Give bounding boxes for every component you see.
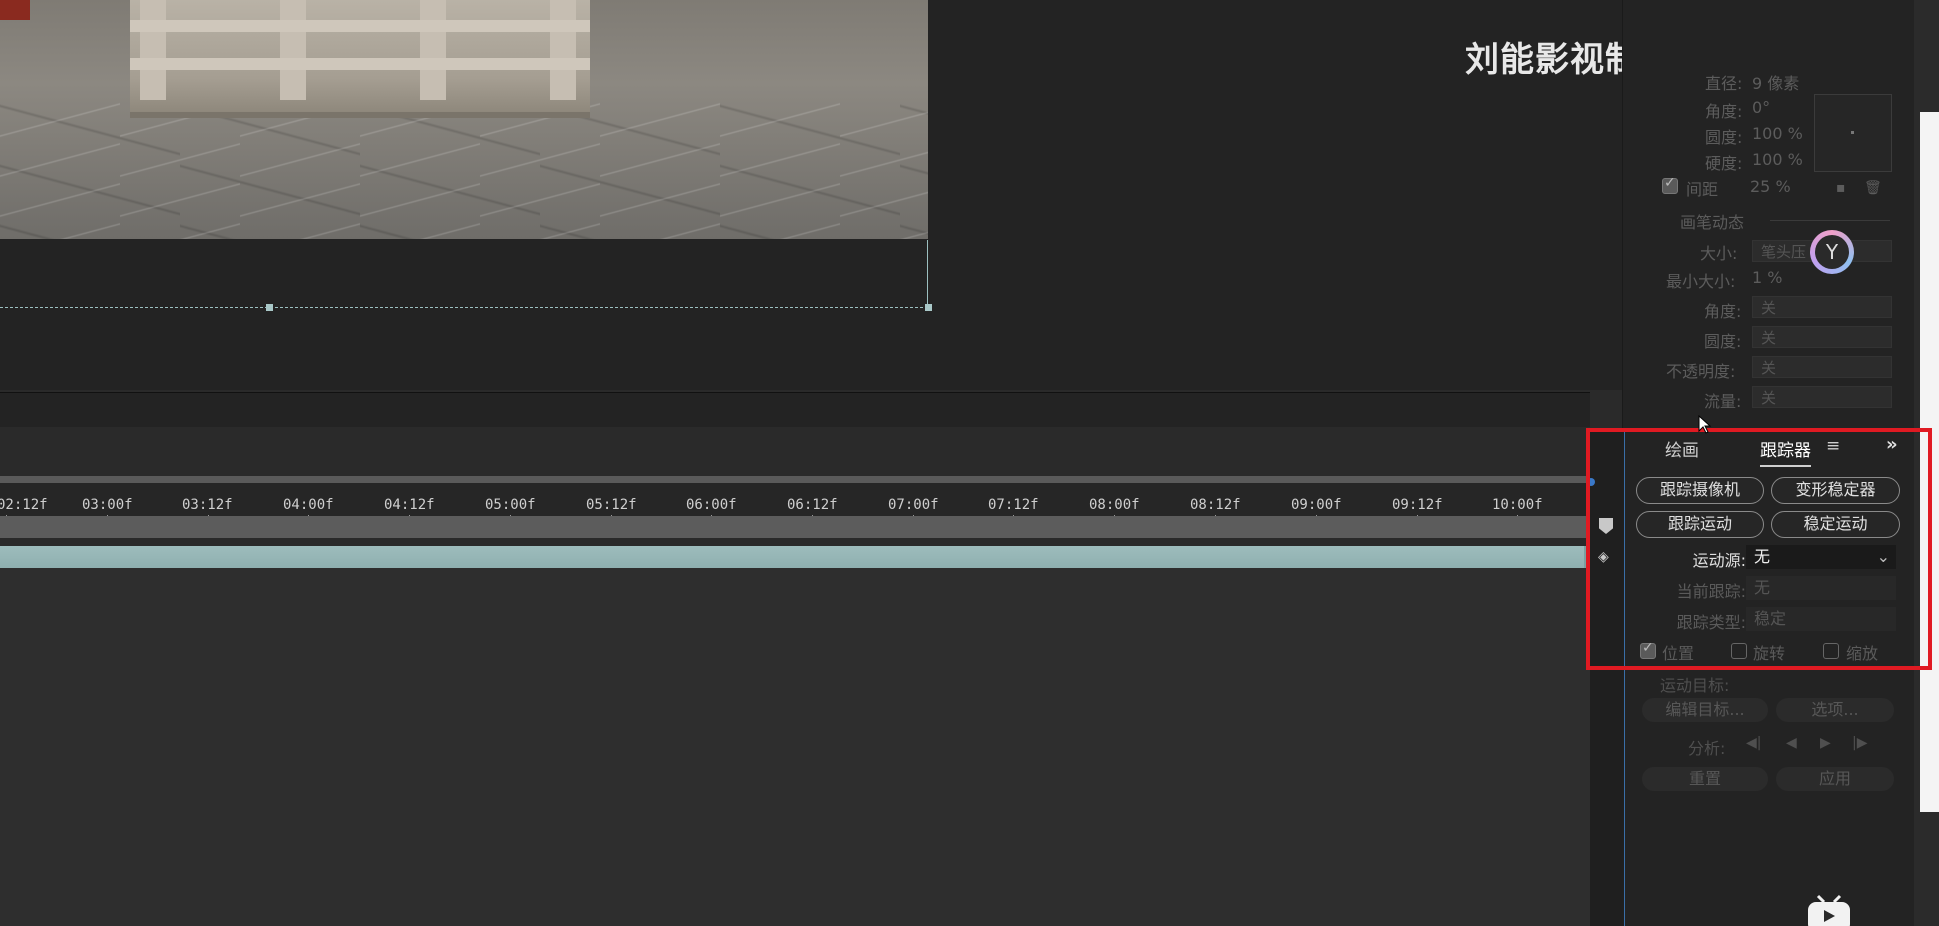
motion-target-label: 运动目标: xyxy=(1660,676,1730,695)
analyze-forward-icon[interactable]: ▶ xyxy=(1820,735,1831,751)
options-button[interactable]: 选项... xyxy=(1776,698,1894,722)
footage-preview-image xyxy=(0,0,928,239)
brush-tip-preview xyxy=(1814,94,1892,172)
mouse-cursor-icon xyxy=(1698,415,1712,434)
size-label: 大小: xyxy=(1700,244,1738,263)
tick-label: 04:00f xyxy=(283,497,334,513)
divider xyxy=(1770,220,1890,221)
apply-button[interactable]: 应用 xyxy=(1776,767,1894,791)
hardness-label: 硬度: xyxy=(1705,154,1743,173)
analyze-label: 分析: xyxy=(1688,739,1726,758)
analyze-forward-one-icon[interactable]: |▶ xyxy=(1852,735,1867,751)
transform-handle[interactable] xyxy=(925,304,932,311)
bilibili-tv-icon xyxy=(1808,894,1850,926)
spacing-checkbox[interactable] xyxy=(1662,175,1678,194)
tick-label: 05:12f xyxy=(586,497,637,513)
tick-label: 06:12f xyxy=(787,497,838,513)
tick-label: 08:00f xyxy=(1089,497,1140,513)
tick-label: 07:00f xyxy=(888,497,939,513)
timeline-header xyxy=(0,392,1590,427)
opacity-dynamics-dropdown[interactable]: 关 xyxy=(1752,356,1892,378)
tutorial-highlight-box xyxy=(1586,428,1932,670)
roundness-value[interactable]: 100 % xyxy=(1752,124,1803,143)
tick-label: 09:00f xyxy=(1291,497,1342,513)
angle-value[interactable]: 0° xyxy=(1752,98,1770,117)
roundness-label: 圆度: xyxy=(1705,128,1743,147)
edit-target-button[interactable]: 编辑目标... xyxy=(1642,698,1768,722)
transform-handle[interactable] xyxy=(266,304,273,311)
reset-button[interactable]: 重置 xyxy=(1642,767,1768,791)
layer-bounding-line xyxy=(0,307,928,309)
angle-label: 角度: xyxy=(1705,102,1743,121)
diameter-label: 直径: xyxy=(1705,74,1743,93)
layer-duration-bar[interactable] xyxy=(0,546,1584,568)
layer-bounding-line-right xyxy=(927,240,928,308)
delete-brush-icon[interactable]: 🗑 xyxy=(1864,180,1882,196)
tick-label: 06:00f xyxy=(686,497,737,513)
min-size-label: 最小大小: xyxy=(1666,272,1736,291)
tick-label: 03:00f xyxy=(82,497,133,513)
tick-label: 02:12f xyxy=(0,497,48,513)
angle2-label: 角度: xyxy=(1704,302,1742,321)
tick-label: 10:00f xyxy=(1492,497,1543,513)
angle-dynamics-dropdown[interactable]: 关 xyxy=(1752,296,1892,318)
plugin-badge-icon[interactable]: Y xyxy=(1810,230,1854,274)
tick-label: 03:12f xyxy=(182,497,233,513)
diameter-value[interactable]: 9 像素 xyxy=(1752,70,1799,94)
timeline-layer-area[interactable] xyxy=(0,568,1590,926)
tick-label: 09:12f xyxy=(1392,497,1443,513)
roundness2-label: 圆度: xyxy=(1704,332,1742,351)
tick-label: 07:12f xyxy=(988,497,1039,513)
opacity-label: 不透明度: xyxy=(1666,362,1736,381)
spacing-value[interactable]: 25 % xyxy=(1750,177,1791,196)
analyze-backward-icon[interactable]: ◀ xyxy=(1786,735,1797,751)
work-area-bar[interactable] xyxy=(0,516,1590,538)
flow-label: 流量: xyxy=(1704,392,1742,411)
hardness-value[interactable]: 100 % xyxy=(1752,150,1803,169)
new-brush-icon[interactable]: ▪ xyxy=(1836,180,1846,196)
analyze-back-one-icon[interactable]: ◀| xyxy=(1746,735,1761,751)
tick-label: 04:12f xyxy=(384,497,435,513)
min-size-value[interactable]: 1 % xyxy=(1752,268,1782,287)
roundness-dynamics-dropdown[interactable]: 关 xyxy=(1752,326,1892,348)
spacing-label: 间距 xyxy=(1686,180,1719,199)
tick-label: 05:00f xyxy=(485,497,536,513)
time-ruler[interactable]: 02:12f 03:00f 03:12f 04:00f 04:12f 05:00… xyxy=(0,476,1590,521)
tick-label: 08:12f xyxy=(1190,497,1241,513)
flow-dynamics-dropdown[interactable]: 关 xyxy=(1752,386,1892,408)
brush-dynamics-title: 画笔动态 xyxy=(1680,213,1745,232)
